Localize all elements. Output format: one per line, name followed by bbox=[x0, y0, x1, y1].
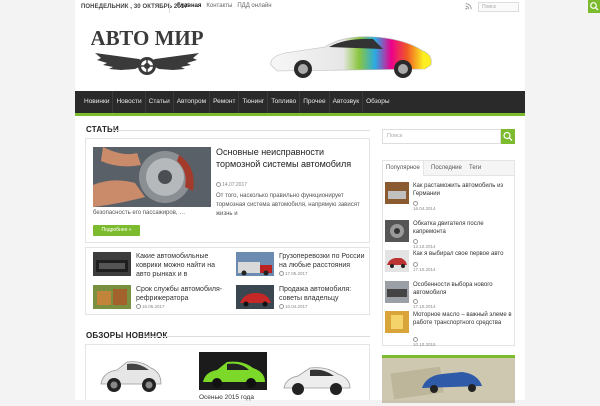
article-thumb bbox=[385, 220, 409, 242]
main-nav: Новинки Новости Статьи Автопром Ремонт Т… bbox=[75, 91, 525, 116]
article-date: 17.10.2014 bbox=[413, 262, 436, 272]
article-date: 16.04.2014 bbox=[413, 201, 436, 211]
article-date-text: 17.10.2014 bbox=[413, 304, 436, 309]
nav-item-prochee[interactable]: Прочее bbox=[300, 91, 330, 113]
tab-latest[interactable]: Последние bbox=[428, 161, 465, 176]
top-nav: Главная Контакты ПДД онлайн bbox=[177, 3, 272, 9]
clock-icon bbox=[216, 182, 221, 187]
review-thumb[interactable] bbox=[280, 356, 355, 406]
article-thumb bbox=[385, 311, 409, 333]
nav-item-stati[interactable]: Статьи bbox=[146, 91, 174, 113]
list-item[interactable]: Какие автомобильные коврики можно найти … bbox=[93, 252, 233, 278]
article-title[interactable]: Моторное масло – важный элеме в работе т… bbox=[413, 311, 513, 327]
header-banner-car bbox=[270, 36, 432, 78]
list-item[interactable]: Грузоперевозки по России на любые рассто… bbox=[236, 252, 376, 278]
logo-text: АВТО МИР bbox=[91, 26, 203, 50]
nav-item-obzory[interactable]: Обзоры bbox=[363, 91, 392, 113]
article-thumb bbox=[385, 182, 409, 204]
featured-article-date: 14.07.2017 bbox=[216, 182, 247, 188]
article-date: 17.10.2014 bbox=[413, 299, 436, 309]
article-thumb bbox=[93, 252, 131, 276]
article-date: 10.04.2017 bbox=[279, 304, 308, 309]
top-nav-home[interactable]: Главная bbox=[177, 3, 201, 9]
article-date-text: 10.04.2017 bbox=[285, 304, 308, 309]
tab-popular[interactable]: Популярное bbox=[383, 161, 424, 176]
article-date-text: 10.10.2015 bbox=[413, 342, 436, 347]
top-nav-contacts[interactable]: Контакты bbox=[206, 3, 232, 9]
article-thumb bbox=[236, 252, 274, 276]
nav-item-novinki[interactable]: Новинки bbox=[81, 91, 114, 113]
article-date-text: 12.10.2014 bbox=[413, 244, 436, 249]
divider bbox=[169, 2, 170, 13]
article-date: 16.05.2017 bbox=[136, 304, 165, 309]
featured-article-image[interactable] bbox=[93, 147, 211, 207]
nav-item-avtoprom[interactable]: Автопром bbox=[174, 91, 211, 113]
article-title[interactable]: Продажа автомобиля: советы владельцу bbox=[279, 285, 371, 303]
list-item[interactable]: Срок службы автомобиля-рефрижератора 16.… bbox=[93, 285, 233, 311]
article-thumb bbox=[385, 250, 409, 272]
sidebar-ad-image[interactable] bbox=[382, 355, 515, 403]
article-date: 17.05.2017 bbox=[279, 271, 308, 276]
sidebar-tabs: Популярное Последние Теги bbox=[382, 160, 515, 176]
article-date-text: 16.05.2017 bbox=[142, 304, 165, 309]
article-title[interactable]: Особенности выбора нового автомобиля bbox=[413, 281, 513, 297]
clock-icon bbox=[279, 271, 284, 276]
top-search-button[interactable] bbox=[588, 0, 600, 13]
top-nav-pdd[interactable]: ПДД онлайн bbox=[237, 3, 271, 9]
sidebar-search-button[interactable] bbox=[501, 129, 515, 144]
nav-item-toplivo[interactable]: Топливо bbox=[268, 91, 301, 113]
article-title[interactable]: Грузоперевозки по России на любые рассто… bbox=[279, 252, 371, 270]
divider bbox=[143, 336, 370, 337]
article-thumb bbox=[385, 281, 409, 303]
article-date: 12.10.2014 bbox=[413, 239, 436, 249]
article-title[interactable]: Срок службы автомобиля-рефрижератора bbox=[136, 285, 228, 303]
featured-article-excerpt: От того, насколько правильно функциониру… bbox=[216, 193, 360, 217]
review-thumb[interactable] bbox=[97, 350, 165, 400]
current-date: ПОНЕДЕЛЬНИК , 30 ОКТЯБРЬ 2017 bbox=[81, 4, 188, 10]
article-title[interactable]: Какие автомобильные коврики можно найти … bbox=[136, 252, 228, 279]
featured-article-title[interactable]: Основные неисправности тормозной системы… bbox=[216, 146, 366, 170]
clock-icon bbox=[279, 304, 284, 309]
nav-item-novosti[interactable]: Новости bbox=[113, 91, 146, 113]
site-logo[interactable]: АВТО МИР bbox=[91, 23, 203, 85]
tab-tags[interactable]: Теги bbox=[466, 161, 484, 176]
article-date: 10.10.2015 bbox=[413, 337, 436, 347]
article-date-text: 17.05.2017 bbox=[285, 271, 308, 276]
rss-icon[interactable] bbox=[465, 3, 472, 10]
article-title[interactable]: Как растаможить автомобиль из Германии bbox=[413, 182, 513, 198]
top-search-input[interactable]: Поиск bbox=[478, 2, 519, 12]
sidebar-search-input[interactable]: Поиск bbox=[382, 129, 501, 144]
search-icon bbox=[590, 2, 599, 11]
list-item[interactable]: Продажа автомобиля: советы владельцу 10.… bbox=[236, 285, 376, 311]
divider bbox=[112, 130, 370, 131]
article-thumb bbox=[236, 285, 274, 309]
top-bar: ПОНЕДЕЛЬНИК , 30 ОКТЯБРЬ 2017 Главная Ко… bbox=[75, 0, 600, 16]
article-thumb bbox=[93, 285, 131, 309]
site-header: АВТО МИР bbox=[75, 15, 525, 91]
search-icon bbox=[503, 131, 513, 141]
nav-item-avtozvuk[interactable]: Автозвук bbox=[330, 91, 364, 113]
clock-icon bbox=[136, 304, 141, 309]
featured-date-text: 14.07.2017 bbox=[222, 182, 248, 188]
article-date-text: 16.04.2014 bbox=[413, 206, 436, 211]
featured-article-excerpt-cont: безопасность его пассажиров, … bbox=[93, 210, 186, 216]
nav-item-tuning[interactable]: Тюнинг bbox=[239, 91, 269, 113]
nav-item-remont[interactable]: Ремонт bbox=[210, 91, 240, 113]
article-title[interactable]: Обкатка двигателя после капремонта bbox=[413, 220, 513, 236]
article-date-text: 17.10.2014 bbox=[413, 267, 436, 272]
read-more-button[interactable]: Подробнее » bbox=[93, 225, 140, 236]
review-thumb[interactable] bbox=[199, 352, 267, 390]
article-title[interactable]: Как я выбирал свое первое авто bbox=[413, 250, 513, 258]
